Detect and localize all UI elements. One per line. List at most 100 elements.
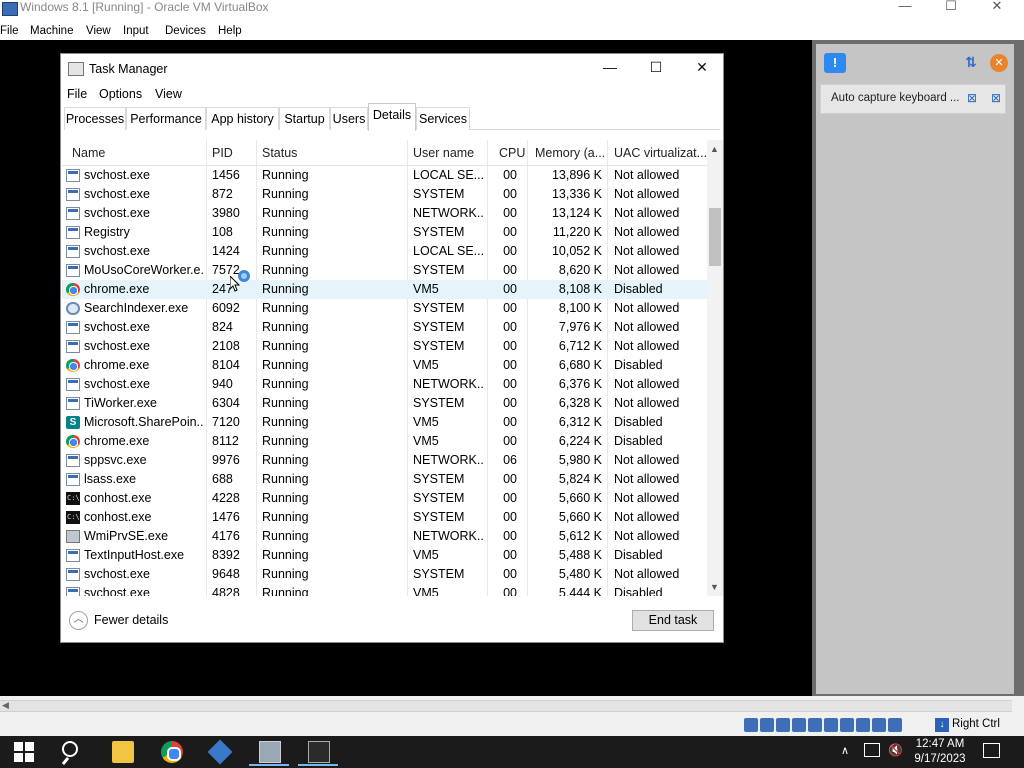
table-row[interactable]: C:\ conhost.exe 4228 Running SYSTEM 00 5,660 K… bbox=[62, 489, 707, 508]
column-header-status[interactable]: Status bbox=[262, 146, 297, 160]
minimize-button[interactable]: — bbox=[882, 0, 928, 14]
close-button[interactable]: ✕ bbox=[974, 0, 1020, 14]
scrollbar-thumb[interactable] bbox=[709, 208, 721, 266]
taskbar-chrome[interactable] bbox=[151, 738, 191, 766]
sort-icon[interactable]: ⇅ bbox=[962, 54, 980, 72]
scroll-down-arrow[interactable]: ▼ bbox=[710, 582, 719, 592]
taskbar-command-prompt[interactable] bbox=[298, 738, 338, 766]
taskbar-virtualbox[interactable] bbox=[199, 738, 239, 766]
scroll-up-arrow[interactable]: ▲ bbox=[710, 144, 719, 154]
table-row[interactable]: S Microsoft.SharePoin... 7120 Running VM5 00 6… bbox=[62, 413, 707, 432]
table-row[interactable]: SearchIndexer.exe 6092 Running SYSTEM 00 8,10… bbox=[62, 299, 707, 318]
tab-services[interactable]: Services bbox=[416, 107, 470, 130]
column-header-memory[interactable]: Memory (a... bbox=[535, 146, 605, 160]
tab-app-history[interactable]: App history bbox=[206, 107, 279, 130]
table-row[interactable]: TiWorker.exe 6304 Running SYSTEM 00 6,328 K No… bbox=[62, 394, 707, 413]
tm-menu-file[interactable]: File bbox=[67, 87, 87, 101]
table-row[interactable]: lsass.exe 688 Running SYSTEM 00 5,824 K Not al… bbox=[62, 470, 707, 489]
optical-drive-icon[interactable] bbox=[760, 718, 774, 732]
horizontal-scrollbar[interactable] bbox=[0, 700, 1012, 712]
recording-icon[interactable] bbox=[856, 718, 870, 732]
show-hidden-icons-chevron-icon[interactable]: ∧ bbox=[841, 744, 849, 757]
action-center-icon[interactable] bbox=[983, 743, 1000, 758]
table-row[interactable]: sppsvc.exe 9976 Running NETWORK... 06 5,980 K… bbox=[62, 451, 707, 470]
cell-memory: 11,220 K bbox=[552, 225, 602, 239]
menu-view[interactable]: View bbox=[86, 22, 119, 40]
column-header-uac[interactable]: UAC virtualizat... bbox=[614, 146, 707, 160]
usb-icon[interactable] bbox=[808, 718, 822, 732]
cell-pid: 1424 bbox=[212, 244, 240, 258]
audio-icon[interactable] bbox=[776, 718, 790, 732]
scroll-left-arrow[interactable]: ◀ bbox=[2, 700, 9, 711]
do-not-show-icon[interactable]: ⊠ bbox=[967, 91, 977, 105]
table-row[interactable]: chrome.exe 247 Running VM5 00 8,108 K Disabled bbox=[62, 280, 707, 299]
tm-maximize-button[interactable]: ☐ bbox=[641, 59, 671, 79]
chevron-up-icon[interactable]: ︿ bbox=[69, 611, 88, 630]
tm-menu-options[interactable]: Options bbox=[99, 87, 142, 101]
table-row[interactable]: MoUsoCoreWorker.e... 7572 Running SYSTEM 00 8… bbox=[62, 261, 707, 280]
table-row[interactable]: C:\ conhost.exe 1476 Running SYSTEM 00 5,660 K… bbox=[62, 508, 707, 527]
table-row[interactable]: svchost.exe 1424 Running LOCAL SE... 00 10,05… bbox=[62, 242, 707, 261]
tab-processes[interactable]: Processes bbox=[64, 107, 126, 130]
table-row[interactable]: WmiPrvSE.exe 4176 Running NETWORK... 00 5,612… bbox=[62, 527, 707, 546]
taskbar-file-explorer[interactable] bbox=[102, 738, 142, 766]
dismiss-all-icon[interactable]: ✕ bbox=[990, 54, 1008, 72]
table-row[interactable]: chrome.exe 8104 Running VM5 00 6,680 K Disable… bbox=[62, 356, 707, 375]
network-tray-icon[interactable] bbox=[864, 743, 880, 757]
hard-disk-icon[interactable] bbox=[744, 718, 758, 732]
tm-menu-view[interactable]: View bbox=[155, 87, 182, 101]
cell-memory: 8,108 K bbox=[558, 282, 602, 296]
table-row[interactable]: svchost.exe 824 Running SYSTEM 00 7,976 K Not … bbox=[62, 318, 707, 337]
table-row[interactable]: svchost.exe 872 Running SYSTEM 00 13,336 K Not… bbox=[62, 185, 707, 204]
cell-user-name: NETWORK... bbox=[413, 453, 485, 467]
system-clock[interactable]: 12:47 AM 9/17/2023 bbox=[908, 737, 972, 767]
taskbar-task-manager[interactable] bbox=[249, 738, 289, 766]
close-notice-icon[interactable]: ⊠ bbox=[991, 91, 1001, 105]
column-header-name[interactable]: Name bbox=[72, 146, 105, 160]
details-table: Name PID Status User name CPU Memory (a.… bbox=[62, 140, 707, 596]
table-row[interactable]: TextInputHost.exe 8392 Running VM5 00 5,488 K… bbox=[62, 546, 707, 565]
cell-uac: Not allowed bbox=[614, 301, 680, 315]
cell-user-name: VM5 bbox=[413, 415, 439, 429]
menu-devices[interactable]: Devices bbox=[165, 22, 214, 40]
cell-memory: 5,480 K bbox=[558, 567, 602, 581]
table-row[interactable]: svchost.exe 9648 Running SYSTEM 00 5,480 K Not… bbox=[62, 565, 707, 584]
table-row[interactable]: svchost.exe 2108 Running SYSTEM 00 6,712 K Not… bbox=[62, 337, 707, 356]
menu-help[interactable]: Help bbox=[218, 22, 250, 40]
fewer-details-link[interactable]: Fewer details bbox=[94, 613, 168, 627]
column-header-user-name[interactable]: User name bbox=[413, 146, 474, 160]
virtualization-icon[interactable] bbox=[872, 718, 886, 732]
table-row[interactable]: Registry 108 Running SYSTEM 00 11,220 K Not al… bbox=[62, 223, 707, 242]
start-button[interactable] bbox=[14, 742, 34, 762]
tab-startup[interactable]: Startup bbox=[279, 107, 330, 130]
table-row[interactable]: chrome.exe 8112 Running VM5 00 6,224 K Disable… bbox=[62, 432, 707, 451]
search-button[interactable] bbox=[60, 740, 84, 766]
shared-folders-icon[interactable] bbox=[824, 718, 838, 732]
column-header-pid[interactable]: PID bbox=[212, 146, 233, 160]
vertical-scrollbar[interactable]: ▲ ▼ bbox=[707, 140, 723, 596]
tab-details[interactable]: Details bbox=[368, 103, 416, 131]
display-icon[interactable] bbox=[840, 718, 854, 732]
menu-input[interactable]: Input bbox=[123, 22, 157, 40]
maximize-button[interactable]: ☐ bbox=[928, 0, 974, 14]
table-row[interactable]: svchost.exe 1456 Running LOCAL SE... 00 13,89… bbox=[62, 166, 707, 185]
tab-users[interactable]: Users bbox=[330, 107, 368, 130]
table-row[interactable]: svchost.exe 940 Running NETWORK... 00 6,376 K… bbox=[62, 375, 707, 394]
mouse-integration-icon[interactable] bbox=[888, 718, 902, 732]
tm-minimize-button[interactable]: — bbox=[595, 59, 625, 79]
chrome-icon bbox=[66, 359, 80, 372]
side-panel-content: ! ⇅ ✕ Auto capture keyboard ... ⊠ ⊠ bbox=[816, 44, 1014, 694]
tab-performance[interactable]: Performance bbox=[126, 107, 206, 130]
column-header-cpu[interactable]: CPU bbox=[499, 146, 525, 160]
tm-close-button[interactable]: ✕ bbox=[687, 59, 717, 79]
notification-icon[interactable]: ! bbox=[824, 53, 846, 73]
menu-machine[interactable]: Machine bbox=[30, 22, 81, 40]
table-row[interactable]: svchost.exe 3980 Running NETWORK... 00 13,124… bbox=[62, 204, 707, 223]
volume-muted-icon[interactable]: 🔇 bbox=[888, 743, 903, 757]
end-task-button[interactable]: End task bbox=[632, 610, 714, 631]
network-icon[interactable] bbox=[792, 718, 806, 732]
cell-uac: Not allowed bbox=[614, 510, 680, 524]
menu-file[interactable]: File bbox=[0, 22, 27, 40]
table-row[interactable]: svchost.exe 4828 Running VM5 00 5,444 K Disabl… bbox=[62, 584, 707, 596]
cell-status: Running bbox=[262, 472, 309, 486]
